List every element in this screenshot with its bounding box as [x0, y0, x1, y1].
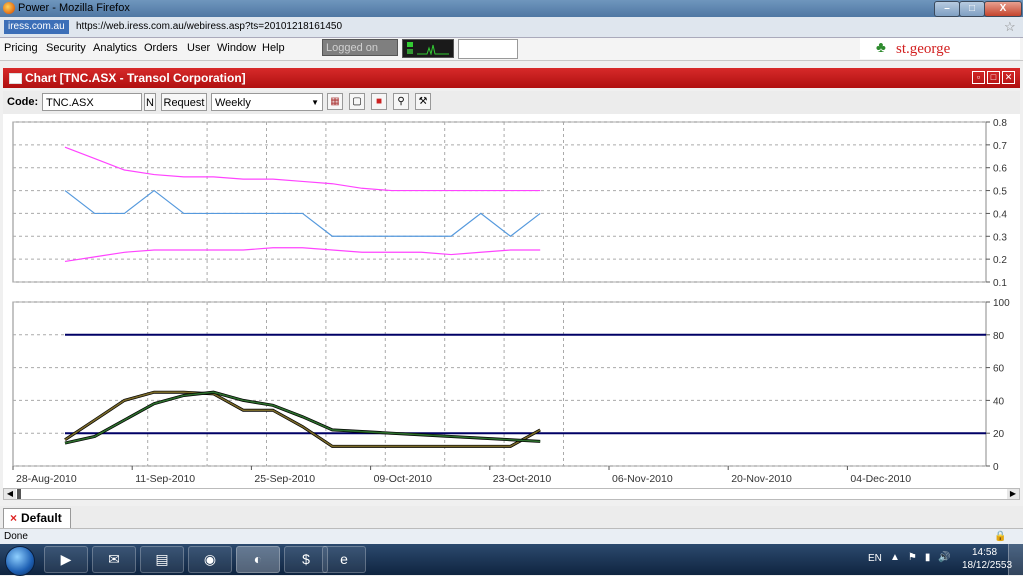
code-label: Code:	[7, 96, 39, 108]
plot-frame	[12, 121, 987, 283]
connection-status-indicator	[402, 39, 454, 58]
show-desktop-button[interactable]	[1008, 544, 1023, 575]
url-bar[interactable]: iress.com.au https://web.iress.com.au/we…	[0, 17, 1023, 38]
bookmark-star-icon[interactable]: ☆	[1004, 19, 1016, 35]
tools-icon[interactable]: ⚒	[415, 93, 431, 110]
windows-taskbar: ▶ ✉ ▤ ◉ ◐ $ e EN ▲⚑▮🔊 14:58 18/12/2553	[0, 544, 1023, 576]
y-tick-label: 0.2	[993, 255, 1007, 266]
period-select-value: Weekly	[215, 97, 251, 109]
color-palette-icon[interactable]: ■	[371, 93, 387, 110]
y-tick-label: 0.1	[993, 278, 1007, 289]
browser-statusbar: Done 🔒	[0, 528, 1023, 545]
chart-canvas[interactable]: 0.8 0.7 0.6 0.5 0.4 0.3 0.2 0.1 100 80 60 40 20 0 28-A…	[3, 114, 1020, 488]
chart-window-title: Chart [TNC.ASX - Transol Corporation]	[25, 71, 246, 85]
new-document-icon[interactable]: ▢	[349, 93, 365, 110]
menu-orders[interactable]: Orders	[144, 42, 178, 54]
chart-toolbar: Code: TNC.ASX N Request Weekly ▼ ▦ ▢ ■ ⚲…	[3, 91, 1020, 114]
y-tick-label: 100	[993, 298, 1010, 309]
url-text[interactable]: https://web.iress.com.au/webiress.asp?ts…	[76, 21, 342, 32]
close-button[interactable]: X	[984, 1, 1022, 17]
clock-time[interactable]: 14:58	[972, 547, 997, 558]
chart-window-header[interactable]: Chart [TNC.ASX - Transol Corporation] ▫ …	[3, 68, 1020, 88]
scroll-left-icon[interactable]: ◀	[4, 489, 16, 499]
language-indicator[interactable]: EN	[868, 553, 882, 564]
explorer-folder-icon[interactable]: ▤	[140, 546, 184, 573]
status-text: Done	[4, 531, 28, 542]
period-select[interactable]: Weekly ▼	[211, 93, 323, 111]
zoom-icon[interactable]: ⚲	[393, 93, 409, 110]
scrollbar-thumb[interactable]	[17, 489, 21, 499]
close-window-icon[interactable]: ✕	[1002, 71, 1015, 84]
site-identity-badge[interactable]: iress.com.au	[4, 20, 69, 34]
clock-date[interactable]: 18/12/2553	[962, 560, 1012, 571]
maximize-icon[interactable]: □	[987, 71, 1000, 84]
window-icon	[9, 73, 22, 84]
dragon-logo-icon: ♣	[876, 39, 886, 56]
menu-help[interactable]: Help	[262, 42, 285, 54]
firefox-icon	[3, 2, 15, 14]
x-tick-label: 25-Sep-2010	[254, 473, 315, 485]
y-tick-label: 60	[993, 364, 1005, 375]
firefox-task-icon[interactable]: ◐	[236, 546, 280, 573]
y-tick-label: 0.5	[993, 187, 1007, 198]
login-status-field: Logged on	[322, 39, 398, 56]
menu-pricing[interactable]: Pricing	[4, 42, 38, 54]
tab-close-icon[interactable]: ×	[10, 511, 17, 525]
restore-down-icon[interactable]: ▫	[972, 71, 985, 84]
browser-titlebar: Power - Mozilla Firefox – □ X	[0, 0, 1023, 17]
y-tick-label: 0.3	[993, 232, 1007, 243]
chart-style-icon[interactable]: ▦	[327, 93, 343, 110]
y-tick-label: 80	[993, 331, 1005, 342]
x-tick-label: 09-Oct-2010	[374, 473, 433, 485]
y-tick-label: 0.6	[993, 164, 1007, 175]
y-tick-label: 0	[993, 462, 999, 473]
horizontal-scrollbar[interactable]: ◀ ▶	[3, 488, 1020, 500]
x-tick-label: 28-Aug-2010	[16, 473, 77, 485]
scroll-right-icon[interactable]: ▶	[1007, 489, 1019, 499]
chart-area[interactable]: 0.8 0.7 0.6 0.5 0.4 0.3 0.2 0.1 100 80 60 40 20 0 28-A…	[3, 114, 1020, 488]
menu-window[interactable]: Window	[217, 42, 256, 54]
minimize-button[interactable]: –	[934, 1, 960, 17]
status-light-icon	[407, 49, 413, 54]
plot-frame	[12, 301, 987, 467]
brand-area: ♣ st.george	[860, 38, 1020, 59]
y-tick-label: 20	[993, 429, 1005, 440]
menu-security[interactable]: Security	[46, 42, 86, 54]
y-tick-label: 40	[993, 396, 1005, 407]
start-button[interactable]	[5, 546, 35, 576]
x-tick-label: 06-Nov-2010	[612, 473, 673, 485]
outlook-icon[interactable]: ✉	[92, 546, 136, 573]
internet-explorer-icon[interactable]: e	[322, 546, 366, 573]
x-tick-label: 23-Oct-2010	[493, 473, 552, 485]
menu-user[interactable]: User	[187, 42, 210, 54]
maximize-button[interactable]: □	[959, 1, 985, 17]
dropdown-arrow-icon: ▼	[311, 98, 319, 107]
media-player-icon[interactable]: ▶	[44, 546, 88, 573]
window-title: Power - Mozilla Firefox	[18, 2, 130, 14]
y-tick-label: 0.7	[993, 141, 1007, 152]
menu-analytics[interactable]: Analytics	[93, 42, 137, 54]
system-tray-icons[interactable]: ▲⚑▮🔊	[890, 552, 959, 563]
app-menubar: Pricing Security Analytics Orders User W…	[0, 38, 1023, 61]
y-tick-label: 0.8	[993, 118, 1007, 129]
request-button[interactable]: Request	[161, 93, 207, 111]
tab-label: Default	[21, 511, 62, 525]
n-button[interactable]: N	[144, 93, 156, 111]
y-tick-label: 0.4	[993, 209, 1007, 220]
x-tick-label: 04-Dec-2010	[850, 473, 911, 485]
brand-logo: st.george	[896, 41, 951, 57]
code-input[interactable]: TNC.ASX	[42, 93, 142, 111]
tab-strip: × Default	[0, 506, 1023, 529]
tab-default[interactable]: × Default	[3, 508, 71, 528]
activity-graph-icon	[417, 44, 449, 55]
chrome-icon[interactable]: ◉	[188, 546, 232, 573]
x-tick-label: 20-Nov-2010	[731, 473, 792, 485]
blank-field[interactable]	[458, 39, 518, 59]
x-tick-label: 11-Sep-2010	[135, 473, 195, 485]
status-light-icon	[407, 42, 413, 47]
lock-icon[interactable]: 🔒	[994, 531, 1006, 542]
